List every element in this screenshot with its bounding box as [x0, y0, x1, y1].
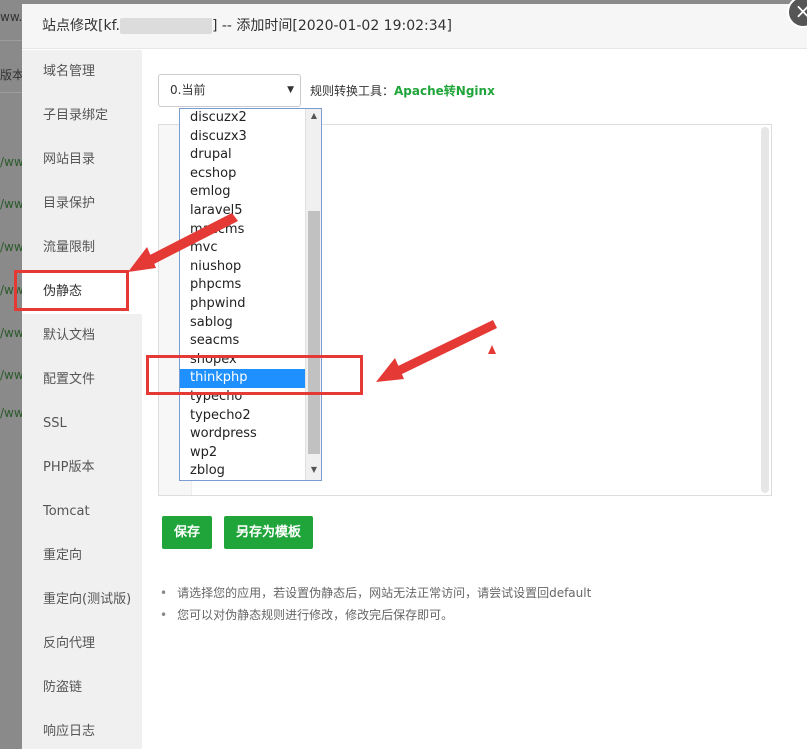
menu-item-site-dir[interactable]: 网站目录	[22, 138, 142, 182]
apache-to-nginx-link[interactable]: Apache转Nginx	[394, 84, 495, 98]
side-menu: 域名管理 子目录绑定 网站目录 目录保护 流量限制 伪静态 默认文档 配置文件 …	[22, 50, 142, 749]
menu-item-php-version[interactable]: PHP版本	[22, 446, 142, 490]
bg-row: /ww	[0, 240, 24, 254]
save-button[interactable]: 保存	[162, 516, 213, 549]
tips-list: 请选择您的应用，若设置伪静态后，网站无法正常访问，请尝试设置回default 您…	[160, 582, 591, 626]
dropdown-option[interactable]: zblog	[180, 462, 321, 480]
dropdown-scrollbar[interactable]: ▲ ▼	[305, 109, 321, 480]
bg-row: /ww	[0, 406, 24, 420]
menu-item-redirect-beta[interactable]: 重定向(测试版)	[22, 578, 142, 622]
bg-row: /ww	[0, 326, 24, 340]
dropdown-option[interactable]: typecho2	[180, 407, 321, 426]
dropdown-option[interactable]: phpcms	[180, 276, 321, 295]
rule-convert-tool: 规则转换工具：Apache转Nginx	[310, 82, 495, 99]
dropdown-option[interactable]: emlog	[180, 183, 321, 202]
menu-item-ssl[interactable]: SSL	[22, 402, 142, 446]
rewrite-template-select[interactable]: 0.当前 ▼	[158, 74, 301, 107]
save-as-template-button[interactable]: 另存为模板	[224, 516, 314, 549]
bg-divider	[0, 92, 22, 93]
dropdown-option[interactable]: phpwind	[180, 295, 321, 314]
menu-item-reverse-proxy[interactable]: 反向代理	[22, 622, 142, 666]
dropdown-option[interactable]: sablog	[180, 314, 321, 333]
dropdown-scroll-thumb[interactable]	[308, 211, 320, 454]
menu-item-config-file[interactable]: 配置文件	[22, 358, 142, 402]
modal-title-suffix: ] -- 添加时间[2020-01-02 19:02:34]	[211, 18, 453, 34]
dropdown-option[interactable]: discuzx3	[180, 128, 321, 147]
menu-item-hotlink-protect[interactable]: 防盗链	[22, 666, 142, 710]
rewrite-template-dropdown[interactable]: discuzx2 discuzx3 drupal ecshop emlog la…	[179, 108, 322, 481]
dropdown-option[interactable]: maccms	[180, 221, 321, 240]
menu-item-default-doc[interactable]: 默认文档	[22, 314, 142, 358]
redacted-domain	[119, 18, 212, 34]
dropdown-option[interactable]: wp2	[180, 444, 321, 463]
menu-item-redirect[interactable]: 重定向	[22, 534, 142, 578]
modal-title-prefix: 站点修改[kf.	[42, 18, 120, 34]
dropdown-option[interactable]: laravel5	[180, 202, 321, 221]
menu-item-domain[interactable]: 域名管理	[22, 50, 142, 94]
bg-row: /ww	[0, 368, 24, 382]
menu-item-traffic-limit[interactable]: 流量限制	[22, 226, 142, 270]
select-value: 0.当前	[170, 83, 206, 97]
dropdown-option[interactable]: seacms	[180, 332, 321, 351]
highlight-box-rewrite-menu	[14, 270, 129, 311]
modal-header: 站点修改[kf. ] -- 添加时间[2020-01-02 19:02:34]	[22, 4, 807, 49]
bg-row: 版本	[0, 68, 25, 82]
scroll-down-icon[interactable]: ▼	[306, 465, 321, 474]
dropdown-option[interactable]: wordpress	[180, 425, 321, 444]
bg-divider	[0, 40, 22, 41]
menu-item-tomcat[interactable]: Tomcat	[22, 490, 142, 534]
scroll-up-icon[interactable]: ▲	[306, 111, 321, 120]
menu-item-subdir-binding[interactable]: 子目录绑定	[22, 94, 142, 138]
highlight-box-thinkphp	[146, 355, 363, 395]
select-caret-icon: ▼	[287, 85, 294, 95]
dropdown-option[interactable]: mvc	[180, 239, 321, 258]
dropdown-option[interactable]: discuzx2	[180, 109, 321, 128]
tip-item: 请选择您的应用，若设置伪静态后，网站无法正常访问，请尝试设置回default	[160, 582, 591, 604]
dropdown-option[interactable]: ecshop	[180, 165, 321, 184]
menu-item-dir-protect[interactable]: 目录保护	[22, 182, 142, 226]
menu-item-response-log[interactable]: 响应日志	[22, 710, 142, 749]
tip-item: 您可以对伪静态规则进行修改，修改完后保存即可。	[160, 604, 591, 626]
editor-scrollbar[interactable]	[761, 127, 769, 493]
rule-convert-label: 规则转换工具：	[310, 84, 395, 98]
dropdown-option[interactable]: drupal	[180, 146, 321, 165]
site-edit-modal: 站点修改[kf. ] -- 添加时间[2020-01-02 19:02:34] 域…	[22, 0, 807, 749]
rewrite-panel: 0.当前 ▼ 规则转换工具：Apache转Nginx discuzx2 disc…	[142, 50, 807, 749]
bg-row: /ww	[0, 155, 24, 169]
bg-row: /ww	[0, 197, 24, 211]
dropdown-option[interactable]: niushop	[180, 258, 321, 277]
